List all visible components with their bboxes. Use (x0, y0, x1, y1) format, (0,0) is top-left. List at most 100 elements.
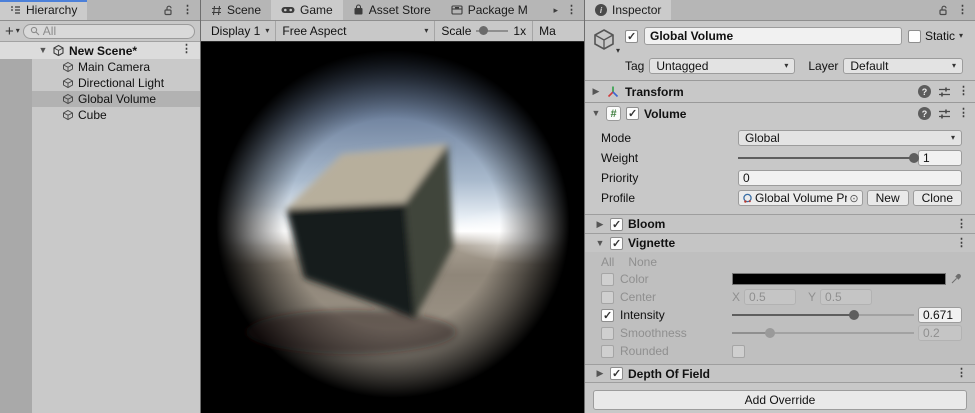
tab-asset-store[interactable]: Asset Store (343, 0, 441, 20)
slider-knob[interactable] (849, 310, 859, 320)
layer-dropdown[interactable]: Default ▾ (843, 58, 963, 74)
tab-overflow-arrow-icon[interactable]: ▸ (553, 5, 558, 16)
active-checkbox[interactable] (625, 30, 638, 43)
tree-item-cube[interactable]: Cube (32, 107, 200, 123)
tab-scene[interactable]: Scene (201, 0, 271, 20)
tab-hierarchy[interactable]: Hierarchy (0, 0, 87, 20)
static-chevron-icon[interactable]: ▾ (959, 32, 963, 40)
maximize-toggle-clipped[interactable]: Ma (533, 21, 562, 41)
foldout-open-icon[interactable]: ▼ (591, 109, 601, 118)
slider-knob[interactable] (479, 26, 488, 35)
dof-enabled-checkbox[interactable] (610, 367, 623, 380)
foldout-closed-icon[interactable]: ▶ (595, 369, 605, 378)
add-override-button[interactable]: Add Override (593, 390, 967, 410)
color-swatch[interactable] (732, 273, 946, 285)
color-override-checkbox[interactable] (601, 273, 614, 286)
add-gameobject-button[interactable]: + ▾ (5, 23, 20, 40)
game-kebab-icon[interactable]: ⋮ (566, 5, 577, 16)
smoothness-override-checkbox[interactable] (601, 327, 614, 340)
clone-profile-button[interactable]: Clone (913, 190, 962, 206)
center-x-field[interactable]: 0.5 (744, 289, 796, 305)
rounded-override-checkbox[interactable] (601, 345, 614, 358)
tree-item-main-camera[interactable]: Main Camera (32, 59, 200, 75)
hierarchy-kebab-icon[interactable]: ⋮ (182, 5, 193, 16)
hierarchy-panel: Hierarchy ⋮ + ▾ All (0, 0, 201, 413)
intensity-value-field[interactable]: 0.671 (918, 307, 962, 323)
mode-dropdown[interactable]: Global ▾ (738, 130, 962, 146)
hierarchy-toolbar: + ▾ All (0, 21, 200, 42)
bloom-kebab-icon[interactable]: ⋮ (956, 219, 967, 230)
gameobject-name-field[interactable]: Global Volume (644, 27, 902, 45)
tabbar-spacer (538, 0, 547, 20)
unlock-icon[interactable] (163, 5, 174, 16)
weight-value-field[interactable]: 1 (918, 150, 962, 166)
vignette-enabled-checkbox[interactable] (610, 237, 623, 250)
gameobject-header: ▾ Global Volume Static ▾ (585, 21, 975, 55)
weight-slider[interactable] (738, 150, 914, 166)
center-override-checkbox[interactable] (601, 291, 614, 304)
unity-editor-window: Hierarchy ⋮ + ▾ All (0, 0, 975, 413)
tag-dropdown[interactable]: Untagged ▾ (649, 58, 795, 74)
static-checkbox[interactable] (908, 30, 921, 43)
center-x-value: 0.5 (749, 290, 766, 304)
aspect-dropdown[interactable]: Free Aspect ▾ (276, 21, 434, 41)
presets-icon[interactable] (938, 86, 951, 98)
foldout-closed-icon[interactable]: ▶ (595, 220, 605, 229)
none-link[interactable]: None (628, 255, 657, 269)
help-icon[interactable]: ? (918, 107, 931, 120)
tree-item-global-volume[interactable]: Global Volume (32, 91, 200, 107)
tree-item-directional-light[interactable]: Directional Light (32, 75, 200, 91)
volume-header[interactable]: ▼ # Volume ? ⋮ (585, 102, 975, 124)
smoothness-slider[interactable] (732, 325, 914, 341)
rounded-value-checkbox[interactable] (732, 345, 745, 358)
foldout-closed-icon[interactable]: ▶ (591, 87, 601, 96)
slider-knob[interactable] (765, 328, 775, 338)
profile-object-field[interactable]: Global Volume Prof ⊙ (738, 190, 863, 206)
transform-header[interactable]: ▶ Transform ? ⋮ (585, 80, 975, 102)
slider-knob[interactable] (909, 153, 919, 163)
intensity-value: 0.671 (923, 308, 953, 322)
search-icon (30, 26, 40, 36)
unlock-icon[interactable] (938, 5, 949, 16)
x-label: X (732, 290, 740, 304)
vignette-title: Vignette (628, 236, 951, 250)
transform-kebab-icon[interactable]: ⋮ (958, 86, 969, 97)
tab-package-manager[interactable]: Package M (441, 0, 538, 20)
scale-slider[interactable] (476, 24, 508, 38)
volume-enabled-checkbox[interactable] (626, 107, 639, 120)
object-picker-icon[interactable]: ⊙ (849, 192, 858, 205)
intensity-override-checkbox[interactable] (601, 309, 614, 322)
foldout-open-icon[interactable]: ▼ (595, 239, 605, 248)
bloom-title: Bloom (628, 217, 951, 231)
volume-kebab-icon[interactable]: ⋮ (958, 108, 969, 119)
display-dropdown-label: Display 1 (211, 24, 260, 38)
foldout-open-icon[interactable]: ▼ (38, 46, 48, 55)
bloom-header[interactable]: ▶ Bloom ⋮ (585, 214, 975, 233)
inspector-kebab-icon[interactable]: ⋮ (957, 5, 968, 16)
depth-of-field-header[interactable]: ▶ Depth Of Field ⋮ (585, 364, 975, 383)
display-dropdown[interactable]: Display 1 ▾ (205, 21, 275, 41)
tab-game[interactable]: Game (271, 0, 343, 20)
tab-inspector[interactable]: i Inspector (585, 0, 671, 20)
all-link[interactable]: All (601, 255, 614, 269)
scene-row[interactable]: ▼ New Scene* ⋮ (0, 42, 200, 59)
new-profile-button[interactable]: New (867, 190, 909, 206)
bloom-enabled-checkbox[interactable] (610, 218, 623, 231)
presets-icon[interactable] (938, 108, 951, 120)
intensity-slider[interactable] (732, 307, 914, 323)
gameobject-cube-icon[interactable]: ▾ (591, 27, 619, 53)
help-icon[interactable]: ? (918, 85, 931, 98)
eyedropper-icon[interactable] (950, 273, 962, 285)
scene-kebab-icon[interactable]: ⋮ (181, 44, 192, 55)
priority-field[interactable]: 0 (738, 170, 962, 186)
tree-item-label: Global Volume (78, 92, 156, 106)
smoothness-value-field[interactable]: 0.2 (918, 325, 962, 341)
tabbar-spacer (87, 0, 156, 20)
center-y-field[interactable]: 0.5 (820, 289, 872, 305)
dof-kebab-icon[interactable]: ⋮ (956, 368, 967, 379)
vignette-header[interactable]: ▼ Vignette ⋮ (585, 233, 975, 252)
vignette-kebab-icon[interactable]: ⋮ (956, 238, 967, 249)
scene-icon (52, 44, 65, 57)
gameobject-name: Global Volume (650, 29, 733, 43)
hierarchy-search-input[interactable]: All (23, 24, 195, 39)
